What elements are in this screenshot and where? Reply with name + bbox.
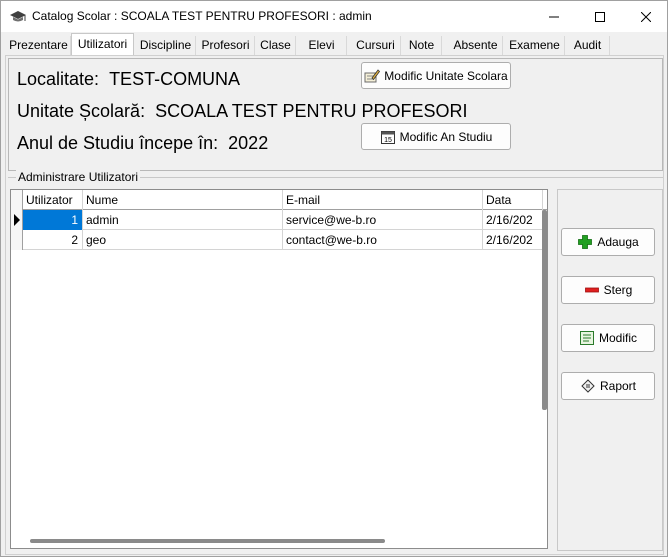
delete-user-label: Sterg xyxy=(603,283,633,297)
cell-nume[interactable]: admin xyxy=(83,210,283,230)
modify-user-button[interactable]: Modific xyxy=(561,324,655,352)
report-label: Raport xyxy=(599,379,637,393)
column-header-email[interactable]: E-mail xyxy=(283,190,483,210)
users-group-title: Administrare Utilizatori xyxy=(16,170,141,184)
graduation-cap-icon xyxy=(10,11,26,22)
tab-utilizatori[interactable]: Utilizatori xyxy=(71,33,134,55)
svg-text:15: 15 xyxy=(384,137,392,144)
pencil-paper-icon xyxy=(364,68,381,82)
tab-note[interactable]: Note xyxy=(402,36,442,55)
column-header-data[interactable]: Data xyxy=(483,190,543,210)
maximize-icon xyxy=(595,11,605,22)
table-row[interactable]: 2 geo contact@we-b.ro 2/16/202 xyxy=(11,230,547,250)
users-grid[interactable]: Utilizator Nume E-mail Data 1 admin serv… xyxy=(10,189,548,549)
localitate-label: Localitate: xyxy=(17,69,100,89)
column-header-utilizator[interactable]: Utilizator xyxy=(23,190,83,210)
horizontal-scrollbar[interactable] xyxy=(30,539,385,543)
table-row[interactable]: 1 admin service@we-b.ro 2/16/202 xyxy=(11,210,547,230)
modify-user-label: Modific xyxy=(598,331,637,345)
report-button[interactable]: Raport xyxy=(561,372,655,400)
tab-prezentare[interactable]: Prezentare xyxy=(7,36,71,55)
an-studiu-line: Anul de Studiu începe în: 2022 xyxy=(17,133,268,154)
vertical-scrollbar[interactable] xyxy=(542,210,547,410)
row-indicator xyxy=(11,210,23,230)
grid-header: Utilizator Nume E-mail Data xyxy=(11,190,547,210)
minus-icon xyxy=(584,287,599,293)
column-header-nume[interactable]: Nume xyxy=(83,190,283,210)
cell-data[interactable]: 2/16/202 xyxy=(483,210,543,230)
an-studiu-label: Anul de Studiu începe în: xyxy=(17,133,219,153)
tab-audit[interactable]: Audit xyxy=(566,36,610,55)
tab-discipline[interactable]: Discipline xyxy=(136,36,196,55)
tab-profesori[interactable]: Profesori xyxy=(197,36,255,55)
close-icon xyxy=(641,11,651,22)
report-tag-icon xyxy=(581,379,595,393)
add-user-label: Adauga xyxy=(597,235,639,249)
localitate-value: TEST-COMUNA xyxy=(109,69,241,89)
calendar-icon: 15 xyxy=(380,130,395,144)
cell-data[interactable]: 2/16/202 xyxy=(483,230,543,250)
tab-examene[interactable]: Examene xyxy=(505,36,565,55)
add-user-button[interactable]: Adauga xyxy=(561,228,655,256)
delete-user-button[interactable]: Sterg xyxy=(561,276,655,304)
title-bar[interactable]: Catalog Scolar : SCOALA TEST PENTRU PROF… xyxy=(1,1,667,32)
window-title: Catalog Scolar : SCOALA TEST PENTRU PROF… xyxy=(32,9,372,23)
cell-nume[interactable]: geo xyxy=(83,230,283,250)
localitate-line: Localitate: TEST-COMUNA xyxy=(17,69,240,90)
tab-strip: Prezentare Utilizatori Discipline Profes… xyxy=(1,32,667,55)
edit-form-icon xyxy=(579,331,594,345)
cell-utilizator[interactable]: 1 xyxy=(23,210,83,230)
close-button[interactable] xyxy=(623,1,668,32)
tab-clase[interactable]: Clase xyxy=(256,36,296,55)
cell-email[interactable]: contact@we-b.ro xyxy=(283,230,483,250)
minimize-icon xyxy=(549,16,559,17)
modify-year-label: Modific An Studiu xyxy=(399,129,493,144)
minimize-button[interactable] xyxy=(531,1,577,32)
an-studiu-value: 2022 xyxy=(228,133,269,153)
tab-page-utilizatori: Localitate: TEST-COMUNA Unitate Școlară: S… xyxy=(5,55,664,555)
tab-elevi[interactable]: Elevi xyxy=(297,36,347,55)
unitate-line: Unitate Școlară: SCOALA TEST PENTRU PROFE… xyxy=(17,101,468,122)
unitate-value: SCOALA TEST PENTRU PROFESORI xyxy=(155,101,468,121)
school-info-panel: Localitate: TEST-COMUNA Unitate Școlară: S… xyxy=(8,58,663,171)
unitate-label: Unitate Școlară: xyxy=(17,101,146,121)
modify-unit-button[interactable]: Modific Unitate Scolara xyxy=(361,62,511,89)
header-indicator xyxy=(11,190,23,210)
modify-unit-label: Modific Unitate Scolara xyxy=(384,68,508,83)
actions-panel: Adauga Sterg Modific Raport xyxy=(557,189,663,551)
cell-utilizator[interactable]: 2 xyxy=(23,230,83,250)
tab-absente[interactable]: Absente xyxy=(449,36,503,55)
cell-email[interactable]: service@we-b.ro xyxy=(283,210,483,230)
modify-year-button[interactable]: 15 Modific An Studiu xyxy=(361,123,511,150)
maximize-button[interactable] xyxy=(577,1,623,32)
plus-icon xyxy=(578,235,593,249)
tab-cursuri[interactable]: Cursuri xyxy=(351,36,401,55)
row-indicator xyxy=(11,230,23,250)
current-row-arrow-icon xyxy=(14,214,20,226)
app-window: Catalog Scolar : SCOALA TEST PENTRU PROF… xyxy=(0,0,668,557)
